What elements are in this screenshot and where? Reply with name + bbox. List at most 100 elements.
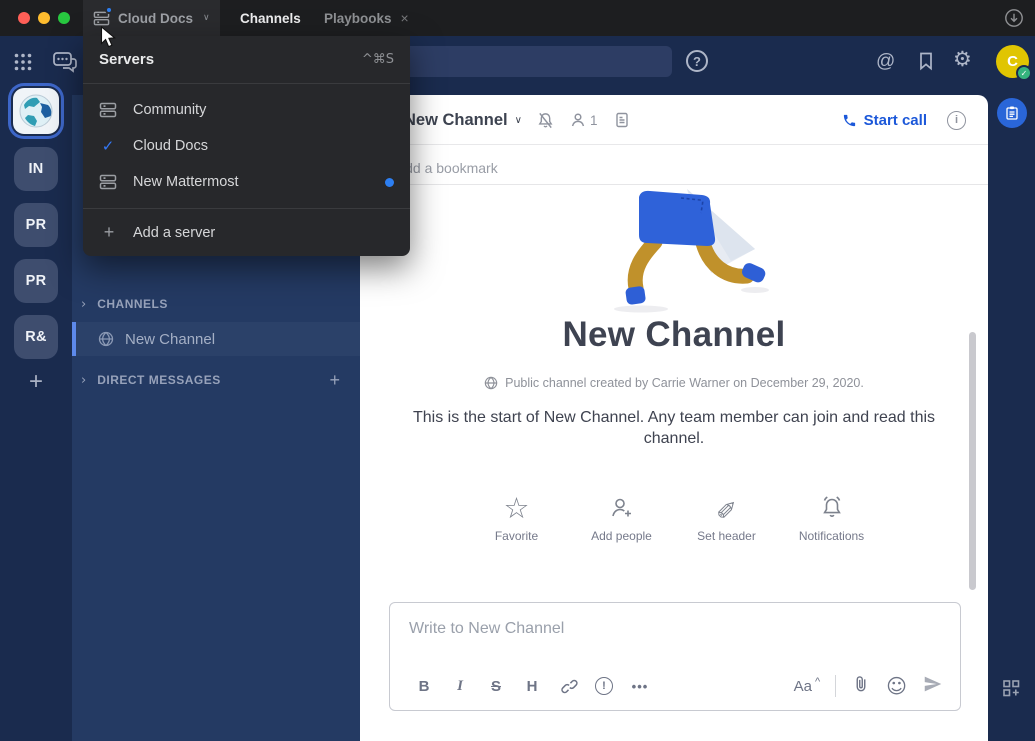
direct-messages-group-header[interactable]: › DIRECT MESSAGES +: [72, 364, 360, 396]
add-team-button[interactable]: +: [0, 368, 72, 396]
globe-icon: [484, 376, 498, 390]
pencil-icon: ✎: [716, 496, 737, 521]
check-icon: ✓: [99, 137, 117, 155]
channel-meta-text: Public channel created by Carrie Warner …: [505, 376, 864, 390]
downloads-icon[interactable]: [1004, 8, 1024, 28]
channels-chat-icon[interactable]: [52, 50, 78, 74]
app-bar: [988, 95, 1035, 741]
help-glyph: ?: [693, 54, 701, 69]
product-menu-icon[interactable]: [14, 53, 32, 71]
menu-item-label: New Mattermost: [133, 174, 239, 190]
settings-gear-icon[interactable]: ⚙: [953, 49, 972, 70]
more-formatting-button[interactable]: •••: [622, 672, 658, 700]
team-tile[interactable]: IN: [14, 147, 58, 191]
help-icon[interactable]: ?: [686, 50, 708, 72]
italic-button[interactable]: I: [442, 672, 478, 700]
server-stack-icon: [99, 173, 117, 191]
minimize-window-button[interactable]: [38, 12, 50, 24]
attach-file-button[interactable]: [851, 674, 871, 699]
close-window-button[interactable]: [18, 12, 30, 24]
server-stack-icon: [99, 101, 117, 119]
channel-intro: New Channel Public channel created by Ca…: [360, 187, 988, 543]
online-status-badge: ✓: [1016, 65, 1032, 81]
active-team-earth-avatar[interactable]: [13, 88, 59, 134]
add-people-button[interactable]: Add people: [569, 493, 674, 543]
muted-bell-icon[interactable]: [536, 111, 555, 130]
strikethrough-button[interactable]: S: [478, 672, 514, 700]
channels-group-header[interactable]: › CHANNELS: [72, 288, 360, 320]
priority-glyph: !: [602, 680, 606, 692]
send-plane-icon: [922, 673, 944, 695]
favorite-button[interactable]: ☆ Favorite: [464, 493, 569, 543]
favorite-label: Favorite: [464, 529, 569, 543]
toolbar-divider: [835, 675, 836, 697]
add-direct-message-button[interactable]: +: [329, 370, 340, 391]
set-header-label: Set header: [674, 529, 779, 543]
link-button[interactable]: [550, 672, 586, 700]
clipboard-icon: [1004, 105, 1020, 121]
emoji-button[interactable]: ☺: [886, 676, 907, 696]
aa-glyph: Aa: [794, 678, 812, 695]
menu-item-community[interactable]: Community: [83, 92, 410, 128]
close-tab-icon[interactable]: ×: [401, 10, 409, 26]
zoom-window-button[interactable]: [58, 12, 70, 24]
avatar-initial: C: [1007, 53, 1018, 70]
heading-button[interactable]: H: [514, 672, 550, 700]
plus-icon: +: [100, 222, 118, 243]
channel-intro-meta: Public channel created by Carrie Warner …: [360, 376, 988, 390]
channels-group-label: CHANNELS: [97, 297, 168, 311]
paperclip-icon: [851, 674, 871, 694]
channel-intro-title: New Channel: [360, 315, 988, 355]
chevron-right-icon: ›: [81, 373, 86, 388]
message-input[interactable]: Write to New Channel: [409, 620, 564, 638]
user-avatar[interactable]: C ✓: [996, 45, 1029, 78]
server-stack-icon: [93, 10, 110, 27]
search-input[interactable]: [365, 46, 672, 77]
add-server-button[interactable]: + Add a server: [83, 209, 410, 256]
sidebar-item-new-channel[interactable]: New Channel: [72, 322, 360, 356]
servers-menu-shortcut: ^⌘S: [362, 52, 394, 67]
notifications-label: Notifications: [779, 529, 884, 543]
priority-button[interactable]: !: [586, 672, 622, 700]
send-button[interactable]: [922, 673, 944, 700]
menu-item-new-mattermost[interactable]: New Mattermost: [83, 164, 410, 200]
unread-dot: [105, 6, 113, 14]
main-channel-panel: New Channel ∨ 1 Start call: [360, 95, 988, 741]
team-tile[interactable]: PR: [14, 259, 58, 303]
menu-item-cloud-docs[interactable]: ✓ Cloud Docs: [83, 128, 410, 164]
bookmark-bar[interactable]: + Add a bookmark: [360, 152, 988, 185]
tab-channels[interactable]: Channels: [226, 0, 315, 36]
notifications-button[interactable]: Notifications: [779, 493, 884, 543]
show-formatting-button[interactable]: Aa ^: [794, 678, 821, 695]
saved-messages-icon[interactable]: [916, 51, 936, 71]
channel-info-icon[interactable]: i: [947, 111, 966, 130]
tab-playbooks[interactable]: Playbooks ×: [310, 0, 423, 36]
team-tile[interactable]: R&: [14, 315, 58, 359]
menu-item-label: Cloud Docs: [133, 138, 208, 154]
phone-icon: [842, 113, 857, 128]
set-header-button[interactable]: ✎ Set header: [674, 493, 779, 543]
link-icon: [559, 677, 578, 696]
unread-dot: [385, 178, 394, 187]
add-apps-button[interactable]: [1001, 678, 1022, 699]
direct-messages-group-label: DIRECT MESSAGES: [97, 373, 221, 387]
bold-button[interactable]: B: [406, 672, 442, 700]
team-tile[interactable]: PR: [14, 203, 58, 247]
add-server-label: Add a server: [133, 225, 215, 241]
composer-toolbar: B I S H ! ••• Aa ^: [406, 671, 944, 701]
channel-members-button[interactable]: 1: [569, 111, 598, 129]
start-call-button[interactable]: Start call: [842, 112, 927, 129]
chevron-down-icon: ∨: [203, 13, 210, 23]
channel-intro-description: This is the start of New Channel. Any te…: [399, 407, 949, 449]
channel-intro-actions: ☆ Favorite Add people ✎ Set header: [360, 493, 988, 543]
servers-menu-header: Servers ^⌘S: [83, 36, 410, 83]
playbooks-app-button[interactable]: [997, 98, 1027, 128]
menu-item-label: Community: [133, 102, 206, 118]
pinned-file-icon[interactable]: [613, 111, 631, 129]
channel-title[interactable]: New Channel: [404, 111, 508, 130]
add-bookmark-label: Add a bookmark: [396, 160, 498, 176]
scrollbar-thumb[interactable]: [969, 332, 976, 590]
message-composer: Write to New Channel B I S H ! ••• Aa ^: [389, 602, 961, 711]
add-person-icon: [609, 495, 635, 521]
recent-mentions-icon[interactable]: @: [876, 51, 895, 73]
